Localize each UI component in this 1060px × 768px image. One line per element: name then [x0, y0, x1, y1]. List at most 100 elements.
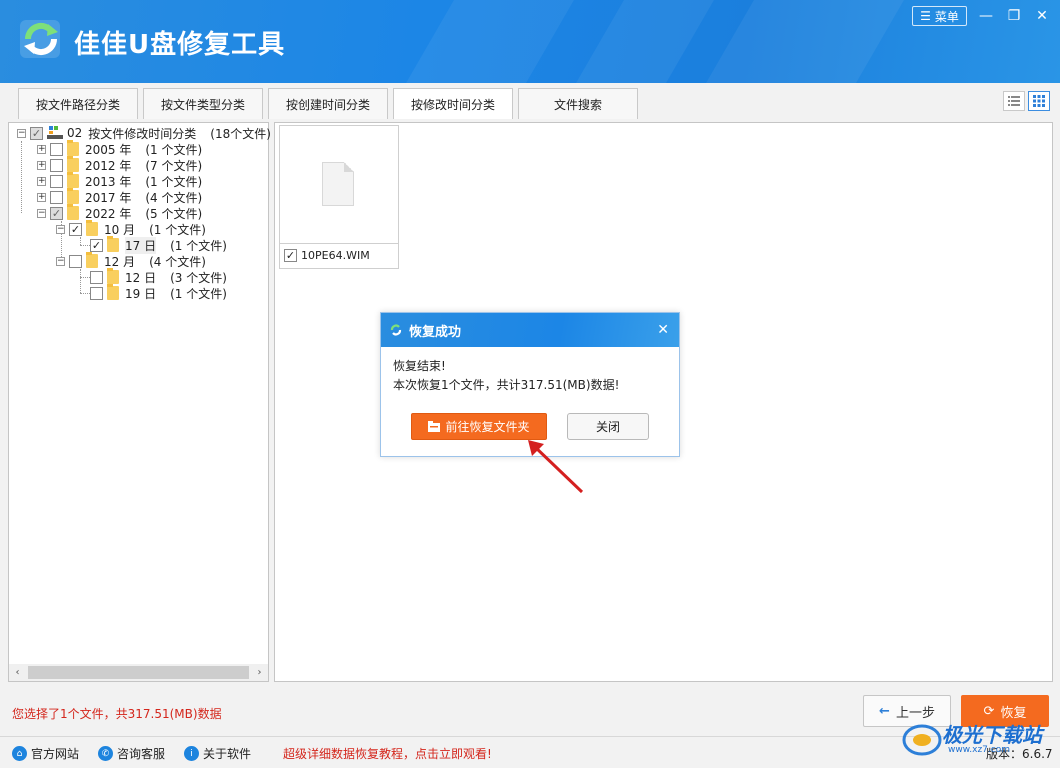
- tab-by-type[interactable]: 按文件类型分类: [143, 88, 263, 119]
- tab-bar: 按文件路径分类 按文件类型分类 按创建时间分类 按修改时间分类 文件搜索: [0, 83, 1060, 119]
- close-window-button[interactable]: ✕: [1030, 6, 1054, 26]
- tree-checkbox[interactable]: [50, 174, 63, 188]
- folder-icon: [107, 268, 119, 284]
- tree-item-day[interactable]: ✓ 17 日 (1 个文件): [90, 236, 227, 254]
- tree-root-count: (18个文件): [210, 126, 271, 141]
- tree-item-count: (1 个文件): [149, 222, 206, 237]
- tree-item-label: 19 日: [125, 286, 157, 301]
- tree-item-year[interactable]: − ✓ 2022 年 (5 个文件): [37, 204, 203, 221]
- tree-item-year[interactable]: + 2012 年 (7 个文件): [37, 156, 203, 173]
- file-card[interactable]: ✓ 10PE64.WIM: [279, 125, 399, 269]
- tree-item-count: (7 个文件): [145, 158, 203, 173]
- tree-item-count: (5 个文件): [145, 206, 203, 221]
- tree-checkbox[interactable]: ✓: [50, 206, 63, 220]
- tree-item-day[interactable]: 12 日 (3 个文件): [90, 268, 227, 285]
- menu-button[interactable]: ☰ 菜单: [912, 6, 967, 26]
- folder-icon: [86, 252, 98, 268]
- tree-checkbox[interactable]: [90, 286, 103, 300]
- menu-label: 菜单: [934, 9, 959, 24]
- tree-item-label: 2013 年: [85, 174, 132, 189]
- annotation-arrow-icon: [528, 440, 584, 494]
- official-site-label: 官方网站: [31, 747, 80, 761]
- folder-tree: − ✓ 02 按文件修改时间分类 (18个文件) + 2005 年 (1 个文件…: [8, 122, 271, 682]
- title-bar: 佳佳U盘修复工具 ☰ 菜单 — ❐ ✕: [0, 0, 1060, 83]
- dialog-close-icon[interactable]: ✕: [657, 322, 669, 338]
- tree-item-count: (4 个文件): [145, 190, 203, 205]
- collapse-icon[interactable]: −: [56, 256, 65, 266]
- tree-item-count: (1 个文件): [145, 174, 203, 189]
- app-logo-icon: [390, 324, 402, 336]
- dialog-title: 恢复成功: [409, 324, 462, 340]
- tree-item-year[interactable]: + 2005 年 (1 个文件): [37, 140, 203, 157]
- app-logo-icon: [20, 20, 60, 58]
- scroll-thumb[interactable]: [28, 666, 249, 679]
- tree-item-year[interactable]: + 2017 年 (4 个文件): [37, 188, 203, 205]
- watermark-url: www.xz7.com: [948, 745, 1010, 755]
- tree-checkbox[interactable]: [50, 158, 63, 172]
- tree-checkbox[interactable]: [69, 254, 82, 268]
- maximize-button[interactable]: ❐: [1002, 6, 1026, 26]
- tree-checkbox[interactable]: [50, 190, 63, 204]
- tab-by-path[interactable]: 按文件路径分类: [18, 88, 138, 119]
- expand-icon[interactable]: +: [37, 160, 46, 170]
- grid-view-button[interactable]: [1028, 91, 1050, 111]
- document-icon: [322, 162, 354, 206]
- dialog-message-line2: 本次恢复1个文件，共计317.51(MB)数据!: [393, 378, 620, 392]
- file-checkbox[interactable]: ✓: [284, 249, 297, 262]
- home-icon: ⌂: [12, 746, 27, 761]
- support-link[interactable]: ✆ 咨询客服: [98, 745, 165, 762]
- open-recovery-folder-label: 前往恢复文件夹: [445, 420, 530, 434]
- tree-item-month[interactable]: − 12 月 (4 个文件): [56, 252, 206, 269]
- tree-item-label: 2012 年: [85, 158, 132, 173]
- scroll-right-icon[interactable]: ›: [251, 667, 268, 678]
- expand-icon[interactable]: +: [37, 192, 46, 202]
- support-label: 咨询客服: [117, 747, 166, 761]
- dialog-header: 恢复成功 ✕: [381, 313, 679, 347]
- info-icon: i: [184, 746, 199, 761]
- list-view-icon: [1008, 96, 1020, 106]
- tab-by-create-time[interactable]: 按创建时间分类: [268, 88, 388, 119]
- menu-icon: ☰: [920, 9, 931, 23]
- watermark-text: 极光下载站: [942, 723, 1042, 747]
- minimize-button[interactable]: —: [974, 6, 998, 26]
- tree-root[interactable]: − ✓ 02 按文件修改时间分类 (18个文件): [17, 125, 271, 141]
- list-view-button[interactable]: [1003, 91, 1025, 111]
- tree-item-count: (1 个文件): [145, 142, 203, 157]
- tutorial-promo-link[interactable]: 超级详细数据恢复教程，点击立即观看!: [283, 745, 492, 762]
- grid-view-icon: [1033, 95, 1045, 107]
- tree-item-count: (4 个文件): [149, 254, 206, 269]
- horizontal-scrollbar[interactable]: ‹ ›: [9, 664, 268, 681]
- collapse-icon[interactable]: −: [17, 128, 26, 138]
- about-link[interactable]: i 关于软件: [184, 745, 251, 762]
- expand-icon[interactable]: +: [37, 144, 46, 154]
- tree-item-year[interactable]: + 2013 年 (1 个文件): [37, 172, 203, 189]
- tree-item-label: 17 日: [125, 236, 157, 254]
- tree-item-day[interactable]: 19 日 (1 个文件): [90, 284, 227, 301]
- tree-item-label: 2017 年: [85, 190, 132, 205]
- folder-icon: [67, 204, 79, 220]
- collapse-icon[interactable]: −: [56, 224, 65, 234]
- tree-item-label: 12 日: [125, 270, 157, 285]
- tab-file-search[interactable]: 文件搜索: [518, 88, 638, 119]
- expand-icon[interactable]: +: [37, 176, 46, 186]
- folder-icon: [67, 172, 79, 188]
- tree-checkbox[interactable]: ✓: [30, 126, 43, 140]
- folder-icon: [107, 284, 119, 300]
- tree-checkbox[interactable]: [50, 142, 63, 156]
- collapse-icon[interactable]: −: [37, 208, 46, 218]
- tree-checkbox[interactable]: [90, 270, 103, 284]
- official-site-link[interactable]: ⌂ 官方网站: [12, 745, 79, 762]
- tree-item-label: 2022 年: [85, 206, 132, 221]
- tab-by-modify-time[interactable]: 按修改时间分类: [393, 88, 513, 119]
- tree-item-month[interactable]: − ✓ 10 月 (1 个文件): [56, 220, 206, 237]
- tree-root-id: 02: [67, 126, 83, 140]
- scroll-left-icon[interactable]: ‹: [9, 667, 26, 678]
- tree-item-label: 2005 年: [85, 142, 132, 157]
- tree-checkbox[interactable]: ✓: [69, 222, 82, 236]
- folder-open-icon: [428, 421, 441, 432]
- tree-root-label: 按文件修改时间分类: [88, 126, 197, 141]
- selection-status: 您选择了1个文件，共317.51(MB)数据: [12, 707, 222, 721]
- tree-checkbox[interactable]: ✓: [90, 238, 103, 252]
- about-label: 关于软件: [203, 747, 252, 761]
- folder-icon: [86, 220, 98, 236]
